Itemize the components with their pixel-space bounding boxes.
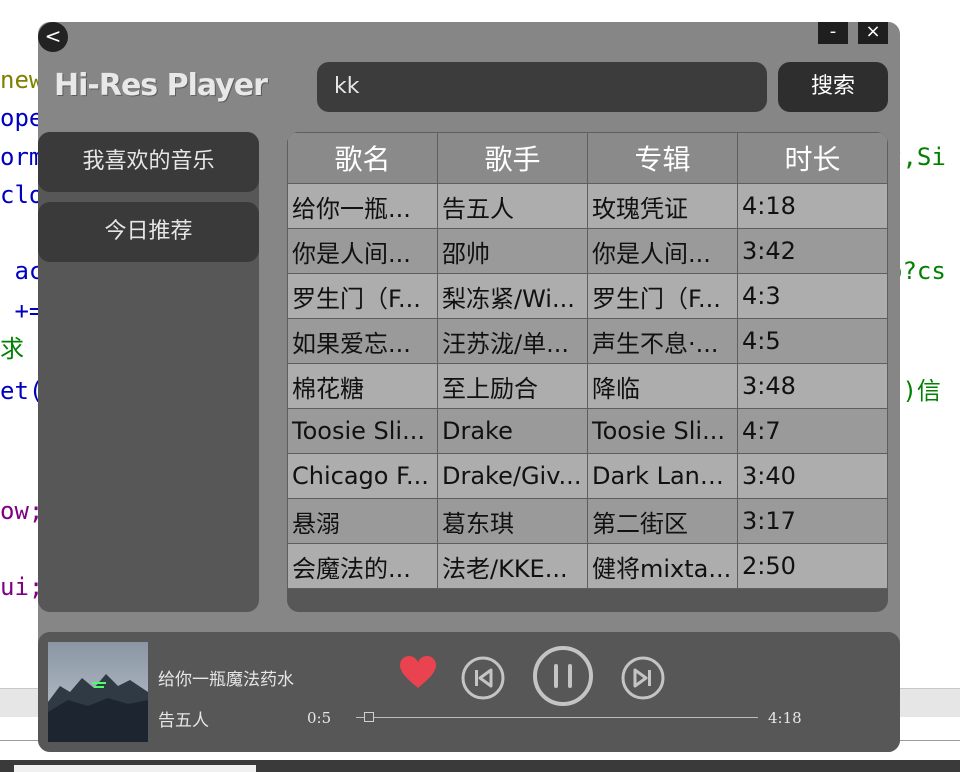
song-title-cell: 你是人间... [287, 228, 438, 274]
song-duration-cell: 3:42 [737, 228, 888, 274]
code-line: ac [0, 257, 44, 285]
song-duration-cell: 4:3 [737, 273, 888, 319]
song-album-cell: 你是人间... [587, 228, 738, 274]
column-header-album[interactable]: 专辑 [587, 132, 738, 184]
song-list-panel: 歌名 歌手 专辑 时长 给你一瓶... 告五人 玫瑰凭证 4:18 你是人间... 邵帅你… [287, 132, 888, 612]
table-row[interactable]: 如果爱忘... 汪苏泷/单... 声生不息·... 4:5 [287, 318, 888, 364]
song-artist-cell: Drake/Giv... [437, 453, 588, 499]
song-album-cell: 玫瑰凭证 [587, 183, 738, 229]
song-title-cell: 如果爱忘... [287, 318, 438, 364]
song-duration-cell: 4:18 [737, 183, 888, 229]
song-artist-cell: 梨冻紧/Wi... [437, 273, 588, 319]
code-line: et( [0, 377, 44, 405]
column-header-title[interactable]: 歌名 [287, 132, 438, 184]
back-button[interactable]: < [38, 22, 68, 52]
sidebar: 我喜欢的音乐 今日推荐 [38, 132, 259, 612]
song-album-cell: 声生不息·... [587, 318, 738, 364]
table-header-row: 歌名 歌手 专辑 时长 [287, 132, 888, 184]
now-playing-artist: 告五人 [158, 711, 209, 731]
code-line: ui; [0, 573, 44, 601]
song-artist-cell: Drake [437, 408, 588, 454]
code-line: ow; [0, 497, 44, 525]
song-table: 歌名 歌手 专辑 时长 给你一瓶... 告五人 玫瑰凭证 4:18 你是人间... 邵帅你… [287, 132, 888, 589]
search-button[interactable]: 搜索 [778, 62, 888, 112]
now-playing-title: 给你一瓶魔法药水 [158, 670, 294, 690]
song-title-cell: 会魔法的... [287, 543, 438, 589]
song-duration-cell: 2:50 [737, 543, 888, 589]
song-album-cell: 罗生门（F... [587, 273, 738, 319]
search-input[interactable]: kk [317, 62, 767, 112]
minimize-button[interactable]: - [818, 22, 848, 44]
sidebar-item-daily-recommend[interactable]: 今日推荐 [38, 202, 259, 262]
song-artist-cell: 邵帅 [437, 228, 588, 274]
song-album-cell: 健将mixta... [587, 543, 738, 589]
taskbar-item[interactable] [14, 765, 256, 772]
song-artist-cell: 告五人 [437, 183, 588, 229]
skip-previous-icon[interactable] [460, 655, 506, 705]
pause-icon[interactable] [532, 645, 594, 711]
song-artist-cell: 法老/KKE... [437, 543, 588, 589]
sidebar-item-favorites[interactable]: 我喜欢的音乐 [38, 132, 259, 192]
song-album-cell: Toosie Sli... [587, 408, 738, 454]
song-duration-cell: 3:48 [737, 363, 888, 409]
song-duration-cell: 4:7 [737, 408, 888, 454]
table-row[interactable]: Chicago F... Drake/Giv... Dark Lane... 3:40 [287, 453, 888, 499]
table-row[interactable]: 会魔法的... 法老/KKE... 健将mixta... 2:50 [287, 543, 888, 589]
player-window: < - × Hi-Res Player kk 搜索 我喜欢的音乐 今日推荐 歌名… [38, 22, 900, 752]
code-line: new [0, 66, 44, 94]
column-header-artist[interactable]: 歌手 [437, 132, 588, 184]
current-time: 0:5 [307, 709, 332, 727]
total-time: 4:18 [768, 709, 802, 727]
song-title-cell: 悬溺 [287, 498, 438, 544]
song-title-cell: Toosie Sli... [287, 408, 438, 454]
close-button[interactable]: × [858, 22, 888, 44]
code-line: 求 [0, 335, 24, 363]
table-row[interactable]: 你是人间... 邵帅 你是人间... 3:42 [287, 228, 888, 274]
song-duration-cell: 3:40 [737, 453, 888, 499]
progress-track[interactable] [356, 717, 758, 718]
code-line: orm [0, 143, 44, 171]
song-album-cell: 降临 [587, 363, 738, 409]
song-title-cell: 棉花糖 [287, 363, 438, 409]
app-logo: Hi-Res Player [54, 68, 268, 103]
song-album-cell: 第二街区 [587, 498, 738, 544]
song-title-cell: 罗生门（F... [287, 273, 438, 319]
song-artist-cell: 至上励合 [437, 363, 588, 409]
heart-icon[interactable] [400, 656, 436, 694]
song-title-cell: Chicago F... [287, 453, 438, 499]
player-bar: 给你一瓶魔法药水 告五人 0:5 4:18 [38, 632, 900, 752]
song-duration-cell: 3:17 [737, 498, 888, 544]
table-row[interactable]: Toosie Sli... Drake Toosie Sli... 4:7 [287, 408, 888, 454]
table-row[interactable]: 给你一瓶... 告五人 玫瑰凭证 4:18 [287, 183, 888, 229]
song-album-cell: Dark Lane... [587, 453, 738, 499]
album-cover[interactable] [48, 642, 148, 742]
table-row[interactable]: 悬溺 葛东琪 第二街区 3:17 [287, 498, 888, 544]
song-artist-cell: 葛东琪 [437, 498, 588, 544]
song-artist-cell: 汪苏泷/单... [437, 318, 588, 364]
column-header-duration[interactable]: 时长 [737, 132, 888, 184]
progress-knob[interactable] [364, 712, 375, 722]
skip-next-icon[interactable] [620, 655, 666, 705]
code-line: += [0, 297, 44, 325]
table-row[interactable]: 罗生门（F... 梨冻紧/Wi... 罗生门（F... 4:3 [287, 273, 888, 319]
song-title-cell: 给你一瓶... [287, 183, 438, 229]
song-duration-cell: 4:5 [737, 318, 888, 364]
table-row[interactable]: 棉花糖 至上励合 降临 3:48 [287, 363, 888, 409]
